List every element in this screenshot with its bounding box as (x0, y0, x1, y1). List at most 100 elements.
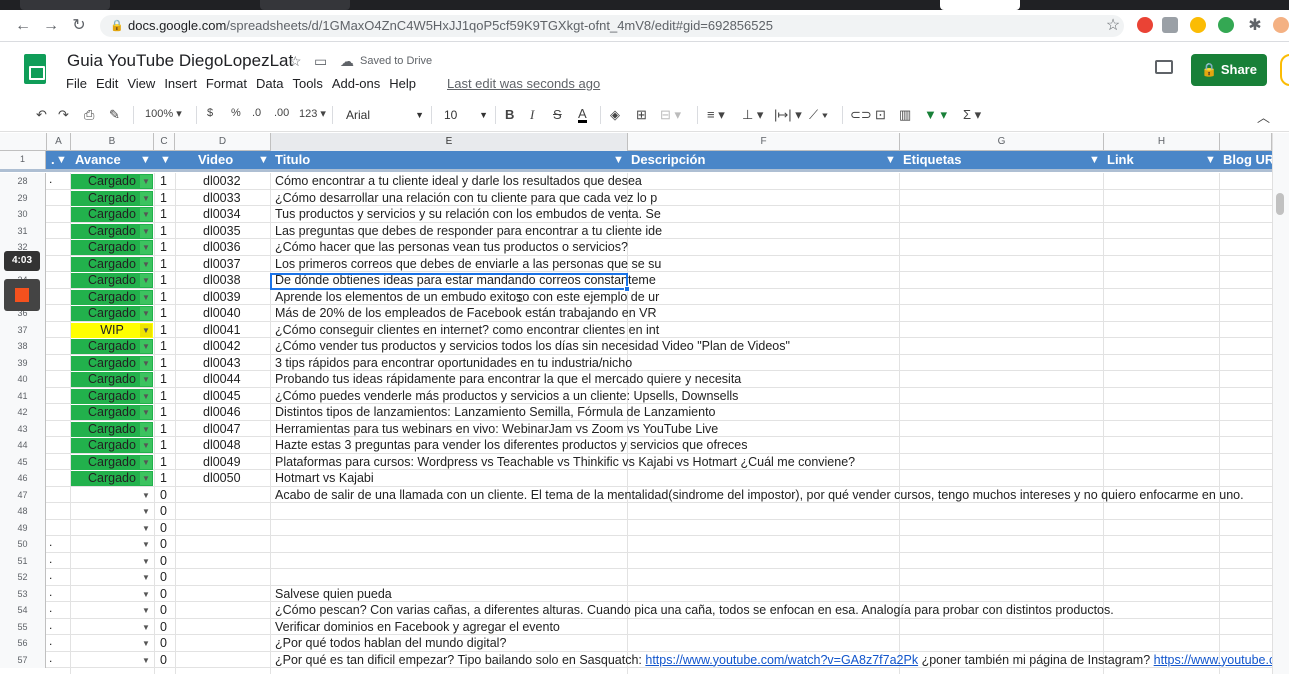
filter-icon[interactable]: ▼ (160, 151, 171, 169)
cell-video-id[interactable]: dl0040 (203, 305, 241, 321)
cell-c[interactable]: 1 (160, 355, 167, 371)
status-dropdown[interactable]: ▼ (71, 537, 153, 552)
cell-c[interactable]: 0 (160, 652, 167, 668)
cell-titulo[interactable]: ¿Cómo desarrollar una relación con tu cl… (275, 190, 657, 206)
filter-icon[interactable]: ▼ (1205, 151, 1216, 169)
cell-c[interactable]: 0 (160, 619, 167, 635)
cell-a[interactable]: . (47, 652, 70, 668)
cell-titulo[interactable]: ¿Por qué es tan dificil empezar? Tipo ba… (275, 652, 1272, 668)
cell-titulo[interactable]: ¿Cómo pescan? Con varias cañas, a difere… (275, 602, 1114, 618)
functions-icon[interactable]: Σ ▾ (963, 107, 981, 123)
cell-video-id[interactable]: dl0032 (203, 173, 241, 189)
menu-tools[interactable]: Tools (292, 76, 322, 91)
cell-c[interactable]: 1 (160, 223, 167, 239)
cell-c[interactable]: 1 (160, 239, 167, 255)
menu-insert[interactable]: Insert (164, 76, 197, 91)
filter-icon[interactable]: ▼ (56, 151, 67, 169)
cell-titulo[interactable]: Verificar dominios en Facebook y agregar… (275, 619, 560, 635)
reload-icon[interactable]: ↻ (68, 15, 90, 37)
row-number[interactable]: 54 (0, 602, 46, 619)
cell-a[interactable]: . (47, 586, 70, 602)
status-dropdown[interactable]: Cargado ▼ (71, 207, 153, 222)
header-cell-etiquetas[interactable]: Etiquetas (899, 151, 1103, 169)
cell-a[interactable] (47, 338, 70, 354)
cell-c[interactable]: 1 (160, 404, 167, 420)
cell-a[interactable]: . (47, 635, 70, 651)
browser-tab-active[interactable] (940, 0, 1020, 10)
extension-icon[interactable] (1190, 17, 1206, 33)
cell-a[interactable] (47, 190, 70, 206)
horizontal-align-icon[interactable]: ≡ ▾ (707, 107, 725, 123)
status-dropdown[interactable]: ▼ (71, 504, 153, 519)
cell-c[interactable]: 1 (160, 338, 167, 354)
youtube-link[interactable]: https://www.youtube.com/watch?v=GA8z7f7a… (645, 653, 918, 667)
row-number[interactable]: 46 (0, 470, 46, 487)
status-dropdown[interactable]: Cargado ▼ (71, 273, 153, 288)
font-size-select[interactable]: 10 ▼ (438, 105, 490, 125)
column-header-b[interactable]: B (71, 133, 154, 151)
cell-a[interactable] (47, 239, 70, 255)
doc-title[interactable]: Guia YouTube DiegoLopezLat (67, 51, 293, 71)
cell-c[interactable]: 0 (160, 503, 167, 519)
browser-tab[interactable] (260, 0, 350, 10)
percent-button[interactable]: % (231, 107, 241, 119)
menu-format[interactable]: Format (206, 76, 247, 91)
cell-c[interactable]: 1 (160, 190, 167, 206)
stop-recording-button[interactable] (4, 279, 40, 311)
cell-c[interactable]: 1 (160, 421, 167, 437)
italic-button[interactable]: I (530, 107, 534, 123)
cell-video-id[interactable]: dl0043 (203, 355, 241, 371)
cell-a[interactable] (47, 305, 70, 321)
cell-video-id[interactable]: dl0036 (203, 239, 241, 255)
fill-handle[interactable] (624, 286, 630, 292)
filter-icon[interactable]: ▼ (258, 151, 269, 169)
insert-chart-icon[interactable]: ▥ (899, 107, 911, 123)
cell-a[interactable] (47, 289, 70, 305)
cell-c[interactable]: 0 (160, 520, 167, 536)
last-edit-link[interactable]: Last edit was seconds ago (447, 76, 600, 91)
cell-c[interactable]: 1 (160, 256, 167, 272)
filter-icon[interactable]: ▼ (1089, 151, 1100, 169)
cell-c[interactable]: 1 (160, 454, 167, 470)
cell-titulo[interactable]: ¿Cómo vender tus productos y servicios t… (275, 338, 790, 354)
redo-icon[interactable]: ↷ (58, 107, 69, 123)
extensions-puzzle-icon[interactable]: ✱ (1244, 15, 1266, 37)
cell-titulo[interactable]: Herramientas para tus webinars en vivo: … (275, 421, 718, 437)
print-icon[interactable]: ⎙ (84, 107, 94, 123)
cell-video-id[interactable]: dl0047 (203, 421, 241, 437)
browser-tab[interactable] (20, 0, 110, 10)
cell-titulo[interactable]: Hotmart vs Kajabi (275, 470, 374, 486)
status-dropdown[interactable]: Cargado ▼ (71, 454, 153, 470)
cell-titulo[interactable]: Plataformas para cursos: Wordpress vs Te… (275, 454, 855, 470)
zoom-select[interactable]: 100% ▾ (145, 107, 182, 120)
cell-c[interactable]: 0 (160, 602, 167, 618)
column-header-f[interactable]: F (628, 133, 900, 151)
row-number[interactable]: 40 (0, 371, 46, 388)
cell-video-id[interactable]: dl0046 (203, 404, 241, 420)
cell-c[interactable]: 0 (160, 553, 167, 569)
header-cell-titulo[interactable]: Titulo (271, 151, 628, 169)
cell-a[interactable]: . (47, 553, 70, 569)
row-number[interactable]: 38 (0, 338, 46, 355)
row-number[interactable]: 28 (0, 173, 46, 190)
cell-titulo[interactable]: Las preguntas que debes de responder par… (275, 223, 662, 239)
cell-a[interactable] (47, 256, 70, 272)
cell-c[interactable]: 0 (160, 635, 167, 651)
row-number[interactable]: 31 (0, 222, 46, 239)
comment-icon[interactable] (1155, 60, 1173, 74)
status-dropdown[interactable]: Cargado ▼ (71, 421, 153, 437)
share-button[interactable]: 🔒 Share (1191, 54, 1267, 86)
row-number[interactable]: 52 (0, 569, 46, 586)
cell-video-id[interactable]: dl0041 (203, 322, 241, 338)
move-folder-icon[interactable]: ▭ (314, 53, 327, 70)
profile-avatar[interactable] (1273, 17, 1289, 33)
cell-a[interactable]: . (47, 569, 70, 585)
cell-video-id[interactable]: dl0033 (203, 190, 241, 206)
star-icon[interactable]: ☆ (289, 53, 302, 70)
undo-icon[interactable]: ↶ (36, 107, 47, 123)
url-input[interactable]: 🔒 docs.google.com/spreadsheets/d/1GMaxO4… (100, 15, 1124, 37)
row-number[interactable]: 43 (0, 420, 46, 437)
cell-c[interactable]: 1 (160, 371, 167, 387)
cell-c[interactable]: 1 (160, 470, 167, 486)
row-number[interactable]: 30 (0, 206, 46, 223)
